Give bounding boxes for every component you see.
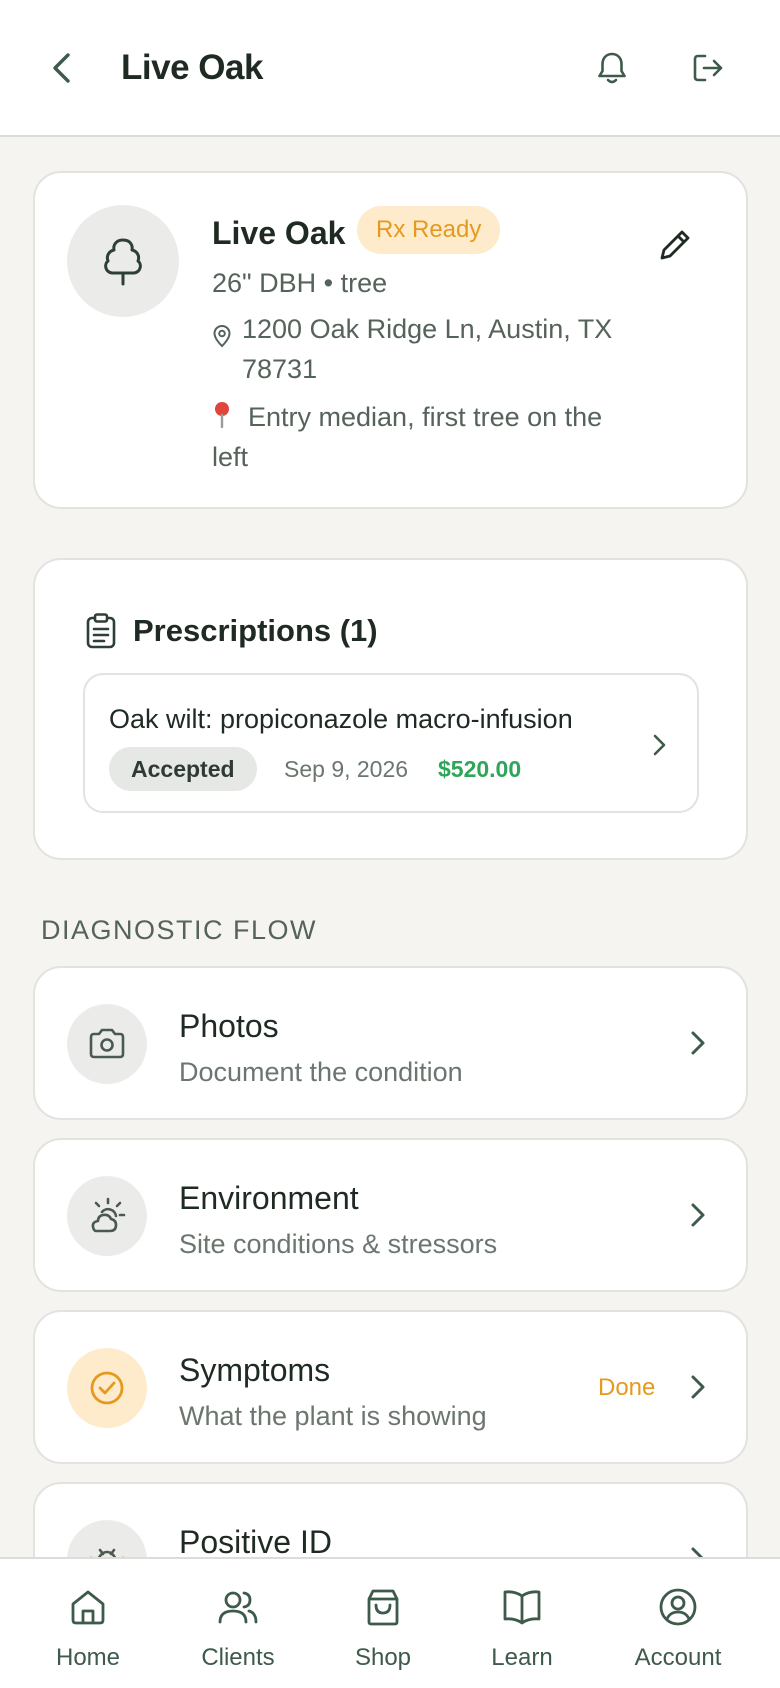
user-circle-icon (656, 1585, 700, 1629)
red-pushpin-icon (215, 402, 229, 429)
nav-label: Account (634, 1644, 722, 1671)
nav-item-account[interactable]: Account (608, 1585, 748, 1673)
chevron-right-icon (691, 1203, 705, 1227)
location-note: Entry median, first tree on the left (212, 397, 612, 477)
flow-step-environment[interactable]: Environment Site conditions & stressors (33, 1138, 748, 1292)
chevron-right-icon (653, 734, 666, 756)
prescriptions-card: Prescriptions (1) Oak wilt: propiconazol… (33, 558, 748, 860)
step-icon-circle (67, 1348, 147, 1428)
prescriptions-title: Prescriptions (1) (133, 613, 378, 648)
location-note-text: Entry median, first tree on the left (212, 402, 603, 472)
bottom-navigation: Home Clients Shop Learn Account (0, 1557, 780, 1688)
diagnostic-flow-heading: DIAGNOSTIC FLOW (41, 915, 318, 945)
back-button[interactable] (38, 44, 86, 92)
nav-label: Home (55, 1644, 121, 1671)
map-pin-icon (212, 309, 232, 389)
step-title: Positive ID (179, 1524, 332, 1560)
prescription-status-badge: Accepted (109, 747, 257, 791)
tree-address: 1200 Oak Ridge Ln, Austin, TX 78731 (212, 309, 632, 389)
tree-avatar (67, 205, 179, 317)
step-title: Environment (179, 1180, 359, 1216)
logout-button[interactable] (684, 44, 732, 92)
edit-tree-button[interactable] (653, 223, 697, 267)
step-status-label: Done (598, 1374, 656, 1401)
users-icon (216, 1585, 260, 1629)
nav-item-home[interactable]: Home (18, 1585, 158, 1673)
nav-item-shop[interactable]: Shop (313, 1585, 453, 1673)
check-circle-icon (90, 1371, 124, 1405)
step-title: Symptoms (179, 1352, 331, 1388)
prescription-item[interactable]: Oak wilt: propiconazole macro-infusion A… (83, 673, 699, 813)
book-icon (500, 1585, 544, 1629)
chevron-right-icon (691, 1375, 705, 1399)
flow-step-symptoms[interactable]: Symptoms What the plant is showing Done (33, 1310, 748, 1464)
tree-name: Live Oak (212, 215, 346, 251)
step-subtitle: What the plant is showing (179, 1401, 487, 1431)
address-text: 1200 Oak Ridge Ln, Austin, TX 78731 (242, 314, 613, 384)
nav-label: Learn (491, 1644, 553, 1671)
chevron-left-icon (53, 53, 70, 83)
page-title: Live Oak (121, 48, 263, 87)
nav-label: Clients (201, 1644, 275, 1671)
nav-item-clients[interactable]: Clients (168, 1585, 308, 1673)
step-icon-circle (67, 1176, 147, 1256)
prescription-date: Sep 9, 2026 (284, 756, 409, 782)
log-out-icon (693, 54, 723, 82)
step-subtitle: Site conditions & stressors (179, 1229, 498, 1259)
step-title: Photos (179, 1008, 279, 1044)
prescriptions-header: Prescriptions (1) (85, 612, 378, 650)
shopping-bag-icon (361, 1585, 405, 1629)
prescription-name: Oak wilt: propiconazole macro-infusion (109, 704, 573, 734)
chevron-right-icon (691, 1031, 705, 1055)
nav-item-learn[interactable]: Learn (452, 1585, 592, 1673)
tree-summary-card: Live Oak Rx Ready 26" DBH • tree 1200 Oa… (33, 171, 748, 509)
tree-icon (104, 238, 142, 286)
home-icon (66, 1585, 110, 1629)
step-icon-circle (67, 1004, 147, 1084)
top-app-bar: Live Oak (0, 0, 780, 137)
step-subtitle: Document the condition (179, 1057, 463, 1087)
rx-status-badge: Rx Ready (357, 206, 501, 254)
nav-label: Shop (354, 1644, 412, 1671)
weather-icon (91, 1197, 126, 1233)
pencil-icon (660, 230, 690, 260)
prescription-price: $520.00 (438, 756, 522, 782)
flow-step-photos[interactable]: Photos Document the condition (33, 966, 748, 1120)
tree-size: 26" DBH • tree (212, 268, 388, 298)
bell-icon (598, 52, 626, 84)
notifications-button[interactable] (588, 44, 636, 92)
camera-icon (89, 1028, 125, 1059)
clipboard-icon (86, 613, 116, 649)
